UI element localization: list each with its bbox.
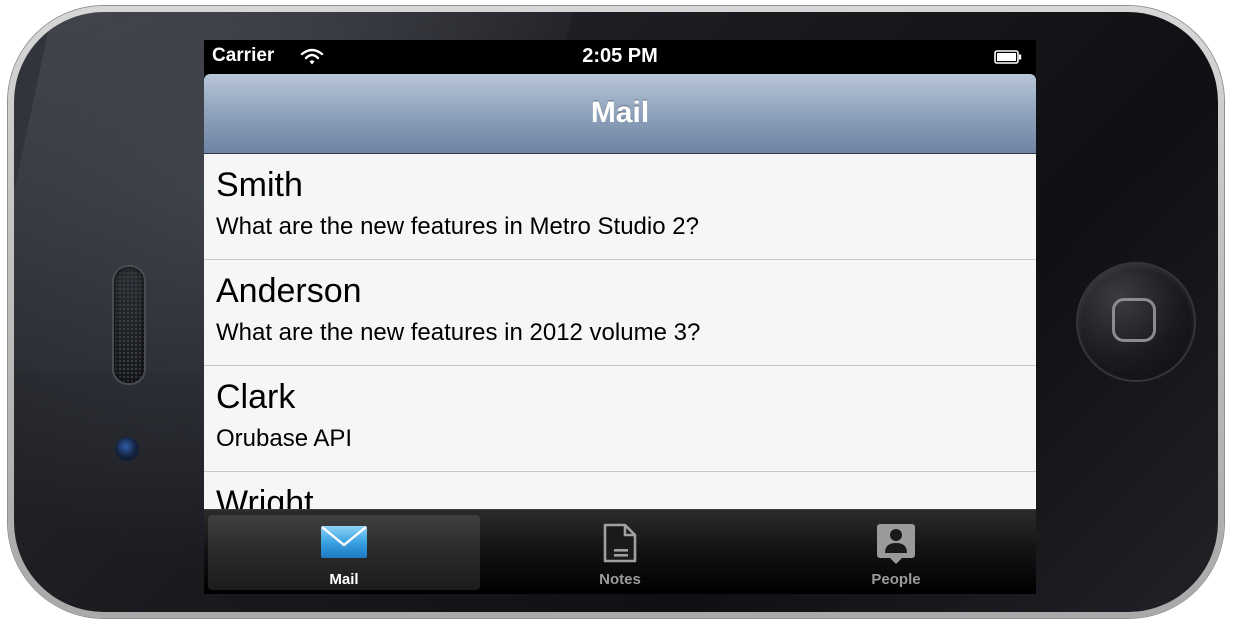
- tab-label: Mail: [329, 571, 359, 588]
- list-item[interactable]: Wright: [204, 472, 1036, 509]
- mail-sender: Clark: [216, 378, 296, 416]
- list-item[interactable]: Smith What are the new features in Metro…: [204, 154, 1036, 260]
- tab-bar: Mail Notes People: [204, 509, 1036, 594]
- mail-sender: Anderson: [216, 272, 362, 310]
- tab-mail[interactable]: Mail: [208, 515, 480, 590]
- mail-subject: What are the new features in 2012 volume…: [216, 319, 701, 346]
- front-camera: [115, 437, 139, 461]
- mail-subject: What are the new features in Metro Studi…: [216, 213, 699, 240]
- mail-list[interactable]: Smith What are the new features in Metro…: [204, 154, 1036, 509]
- tab-label: Notes: [599, 571, 641, 588]
- home-square-icon: [1112, 298, 1156, 342]
- home-button[interactable]: [1078, 264, 1194, 380]
- battery-icon: [994, 50, 1022, 64]
- list-item[interactable]: Clark Orubase API: [204, 366, 1036, 472]
- speaker-grille: [112, 265, 146, 385]
- device-screen: Carrier 2:05 PM Mail Smith What are the …: [204, 40, 1036, 594]
- mail-sender: Smith: [216, 166, 303, 204]
- page-title: Mail: [590, 96, 650, 129]
- list-item[interactable]: Anderson What are the new features in 20…: [204, 260, 1036, 366]
- mail-icon: [321, 526, 367, 558]
- mail-sender: Wright: [216, 484, 314, 509]
- mail-subject: Orubase API: [216, 425, 353, 452]
- tab-notes[interactable]: Notes: [484, 515, 756, 590]
- people-icon: [877, 524, 915, 564]
- notes-icon: [603, 523, 637, 563]
- status-time: 2:05 PM: [582, 45, 658, 67]
- status-bar: Carrier 2:05 PM: [204, 40, 1036, 74]
- tab-label: People: [871, 571, 921, 588]
- navigation-bar: Mail: [204, 74, 1036, 154]
- tab-people[interactable]: People: [760, 515, 1032, 590]
